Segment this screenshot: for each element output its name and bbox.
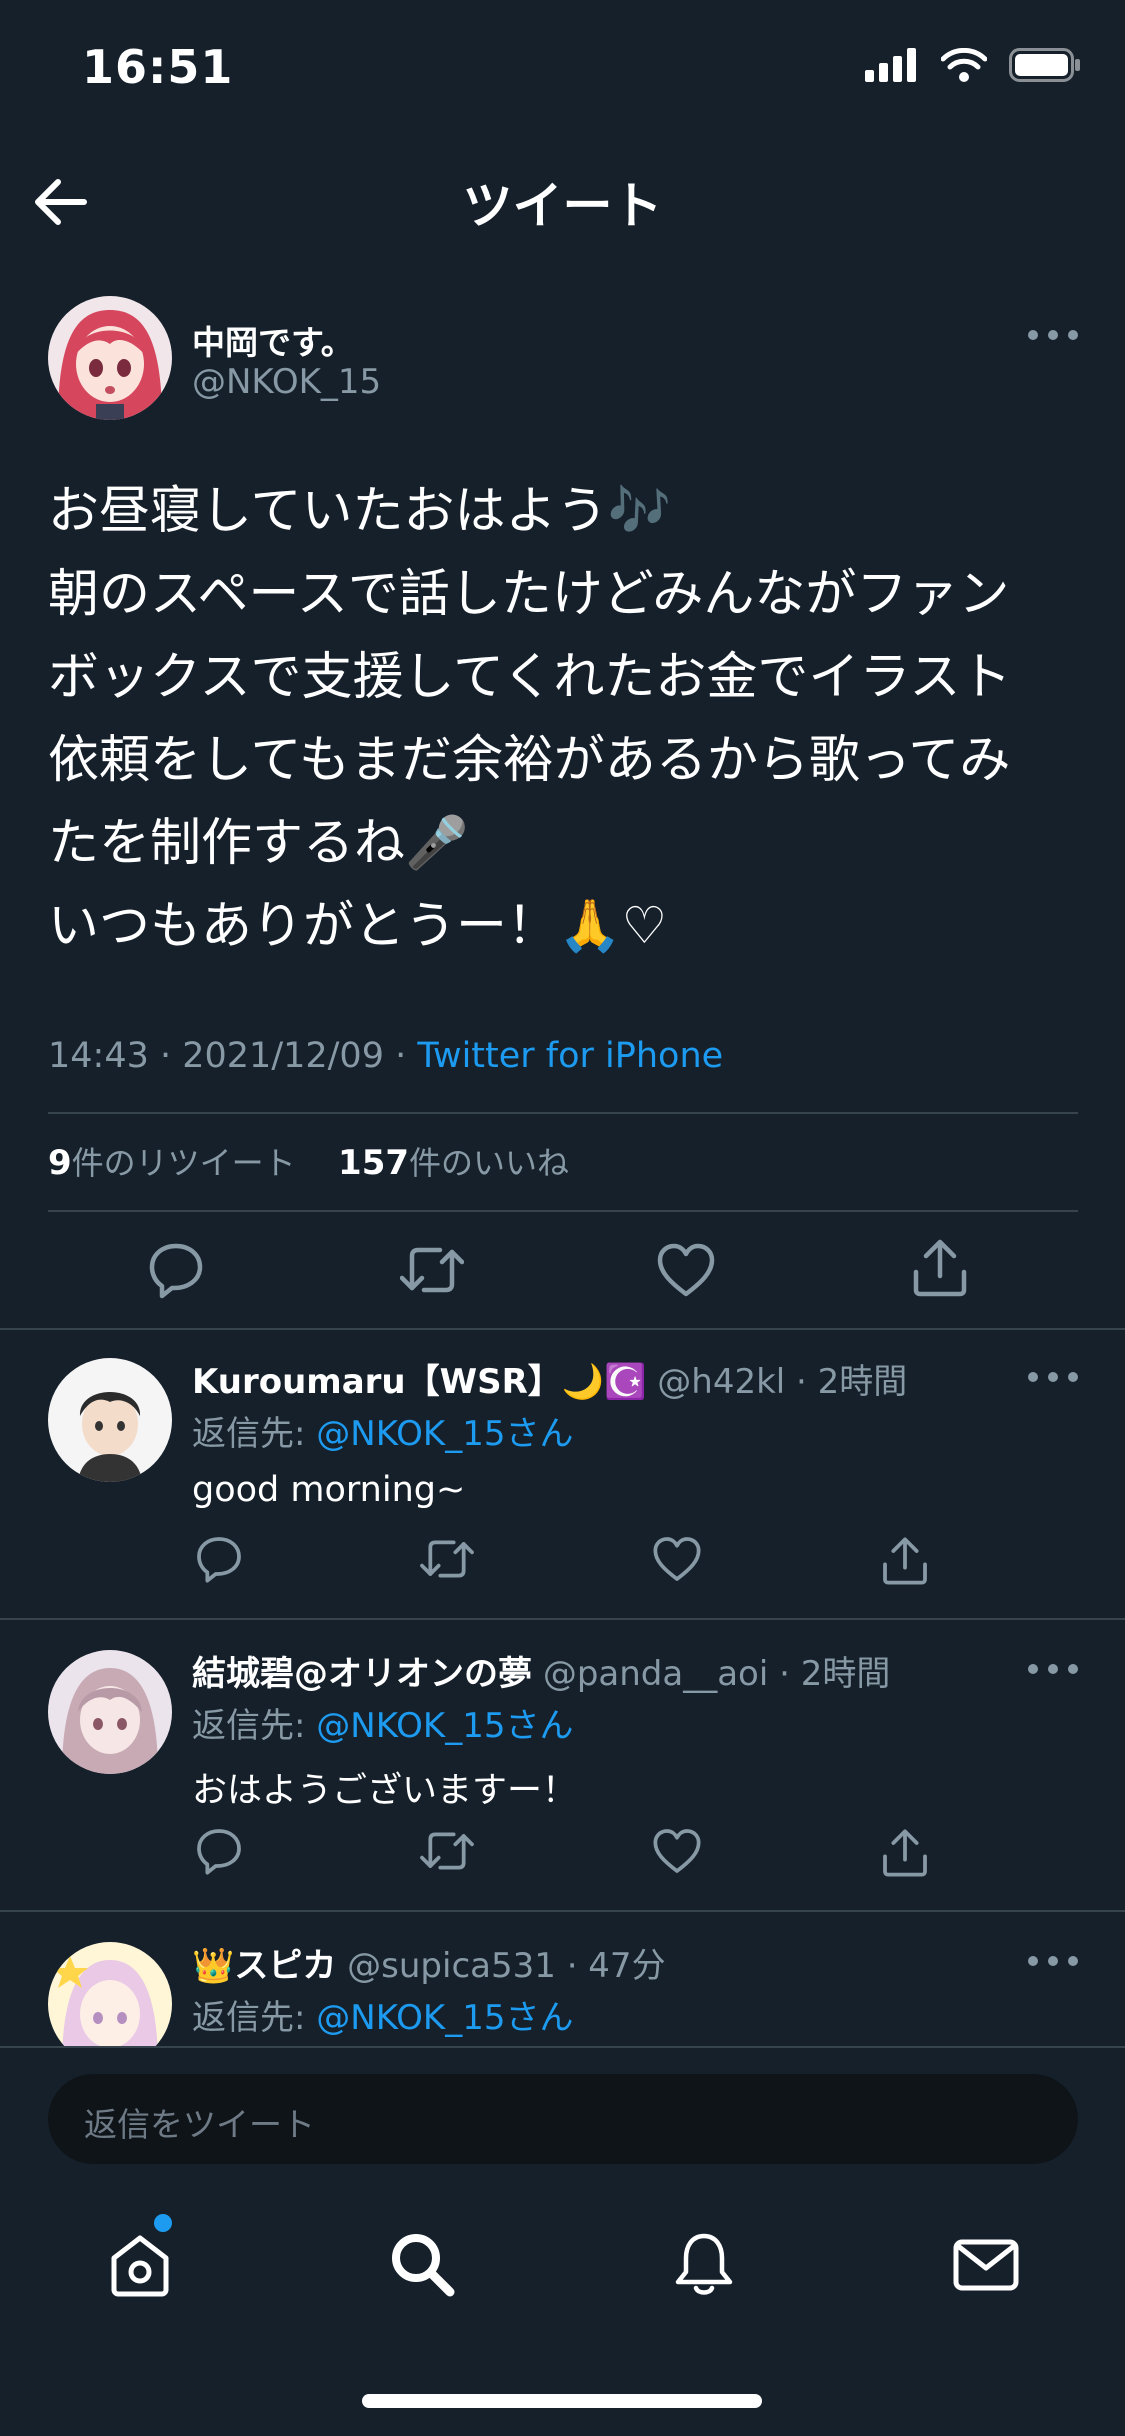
- battery-icon: [1009, 48, 1080, 82]
- share-icon: [883, 1537, 927, 1585]
- like-label: 件のいいね: [409, 1144, 570, 1182]
- reply-text: おはようございますー！: [192, 1771, 578, 1811]
- reply-to-label: 返信先:: [192, 1706, 317, 1746]
- search-icon: [392, 2234, 455, 2297]
- comment-icon: [197, 1537, 241, 1583]
- reply-actions: [0, 1534, 1125, 1594]
- composer-placeholder: 返信をツイート: [84, 2105, 315, 2144]
- divider: [0, 2046, 1125, 2048]
- share-icon: [913, 1239, 967, 1297]
- like-count: 157: [338, 1143, 410, 1183]
- reply-to-line: 返信先: @NKOK_15さん: [192, 1406, 573, 1455]
- reply-to-link[interactable]: @NKOK_15さん: [316, 1414, 573, 1454]
- home-notification-dot: [154, 2214, 172, 2232]
- reply-to-link[interactable]: @NKOK_15さん: [316, 1706, 573, 1746]
- mail-icon: [953, 2239, 1019, 2291]
- like-button[interactable]: [652, 1534, 702, 1584]
- reply-to-label: 返信先:: [192, 1998, 317, 2038]
- reply-time: · 2時間: [796, 1362, 908, 1402]
- divider: [0, 1328, 1125, 1330]
- tab-search[interactable]: [386, 2228, 458, 2300]
- page-title: ツイート: [462, 177, 663, 235]
- reply-more-button[interactable]: [1023, 1654, 1083, 1684]
- reply-time: · 47分: [566, 1946, 666, 1986]
- more-dots-icon: [1028, 1664, 1078, 1674]
- reply-composer-input[interactable]: 返信をツイート: [48, 2074, 1078, 2164]
- share-button[interactable]: [880, 1534, 930, 1585]
- retweet-button[interactable]: [420, 1826, 474, 1876]
- tweet-actions: [0, 1236, 1125, 1306]
- tweet-source-link[interactable]: Twitter for iPhone: [417, 1036, 723, 1076]
- reply-button[interactable]: [194, 1826, 244, 1876]
- reply-avatar[interactable]: [48, 1650, 172, 1774]
- tweet-text: お昼寝していたおはよう🎶 朝のスペースで話したけどみんながファン ボックスで支援…: [48, 482, 1012, 956]
- reply-author-handle[interactable]: @panda__aoi: [543, 1654, 768, 1694]
- heart-icon: [653, 1537, 701, 1581]
- reply-header: Kuroumaru【WSR】🌙☪️ @h42kl · 2時間: [192, 1354, 907, 1403]
- retweet-label: 件のリツイート: [71, 1144, 296, 1182]
- author-name[interactable]: 中岡です。: [192, 316, 354, 364]
- heart-icon: [657, 1243, 715, 1297]
- share-button[interactable]: [880, 1826, 930, 1877]
- tab-home[interactable]: [104, 2228, 176, 2300]
- author-handle[interactable]: @NKOK_15: [192, 362, 381, 402]
- reply-to-link[interactable]: @NKOK_15さん: [316, 1998, 573, 2038]
- reply-more-button[interactable]: [1023, 1362, 1083, 1392]
- share-button[interactable]: [910, 1236, 970, 1297]
- share-icon: [883, 1829, 927, 1877]
- divider: [0, 1618, 1125, 1620]
- reply-text: good morning~: [192, 1470, 466, 1510]
- reply-more-button[interactable]: [1023, 1946, 1083, 1976]
- status-time: 16:51: [82, 40, 234, 94]
- bell-icon: [675, 2233, 733, 2295]
- reply-author-name[interactable]: 結城碧@オリオンの夢: [192, 1654, 532, 1694]
- reply-actions: [0, 1826, 1125, 1886]
- divider: [48, 1112, 1078, 1114]
- tweet-stats: 9件のリツイート 157件のいいね: [48, 1138, 569, 1184]
- more-dots-icon: [1028, 1956, 1078, 1966]
- status-icons: [865, 48, 1081, 82]
- like-button[interactable]: [656, 1240, 716, 1300]
- retweet-icon: [420, 1540, 474, 1578]
- wifi-icon: [941, 48, 987, 82]
- like-button[interactable]: [652, 1826, 702, 1876]
- retweet-icon: [420, 1832, 474, 1870]
- reply-to-line: 返信先: @NKOK_15さん: [192, 1698, 573, 1747]
- reply-author-name[interactable]: Kuroumaru【WSR】🌙☪️: [192, 1362, 646, 1402]
- reply-author-name[interactable]: 👑スピカ: [192, 1946, 336, 1986]
- retweet-button[interactable]: [420, 1534, 474, 1584]
- reply-button[interactable]: [194, 1534, 244, 1584]
- home-indicator[interactable]: [362, 2394, 762, 2408]
- home-icon: [111, 2235, 169, 2297]
- tweet-timestamp: 14:43 · 2021/12/09 ·: [48, 1036, 418, 1076]
- reply-author-handle[interactable]: @supica531: [347, 1946, 556, 1986]
- retweet-stat[interactable]: 9件のリツイート: [48, 1143, 296, 1183]
- reply-to-label: 返信先:: [192, 1414, 317, 1454]
- divider: [0, 1910, 1125, 1912]
- comment-icon: [149, 1243, 203, 1299]
- reply-time: · 2時間: [779, 1654, 891, 1694]
- reply-avatar[interactable]: [48, 1358, 172, 1482]
- retweet-icon: [400, 1247, 464, 1293]
- tweet-meta: 14:43 · 2021/12/09 · Twitter for iPhone: [48, 1036, 723, 1076]
- author-avatar[interactable]: [48, 296, 172, 420]
- reply-header: 👑スピカ @supica531 · 47分: [192, 1938, 666, 1987]
- reply-header: 結城碧@オリオンの夢 @panda__aoi · 2時間: [192, 1646, 890, 1695]
- tweet-more-button[interactable]: [1023, 320, 1083, 350]
- divider: [48, 1210, 1078, 1212]
- tab-messages[interactable]: [950, 2228, 1022, 2300]
- like-stat[interactable]: 157件のいいね: [338, 1143, 570, 1183]
- retweet-count: 9: [48, 1143, 72, 1183]
- retweet-button[interactable]: [400, 1240, 464, 1300]
- reply-to-line: 返信先: @NKOK_15さん: [192, 1990, 573, 2039]
- reply-author-handle[interactable]: @h42kl: [657, 1362, 785, 1402]
- reply-button[interactable]: [146, 1240, 206, 1300]
- signal-icon: [865, 48, 916, 82]
- tab-notifications[interactable]: [668, 2228, 740, 2300]
- more-dots-icon: [1028, 330, 1078, 340]
- heart-icon: [653, 1829, 701, 1873]
- comment-icon: [197, 1829, 241, 1875]
- more-dots-icon: [1028, 1372, 1078, 1382]
